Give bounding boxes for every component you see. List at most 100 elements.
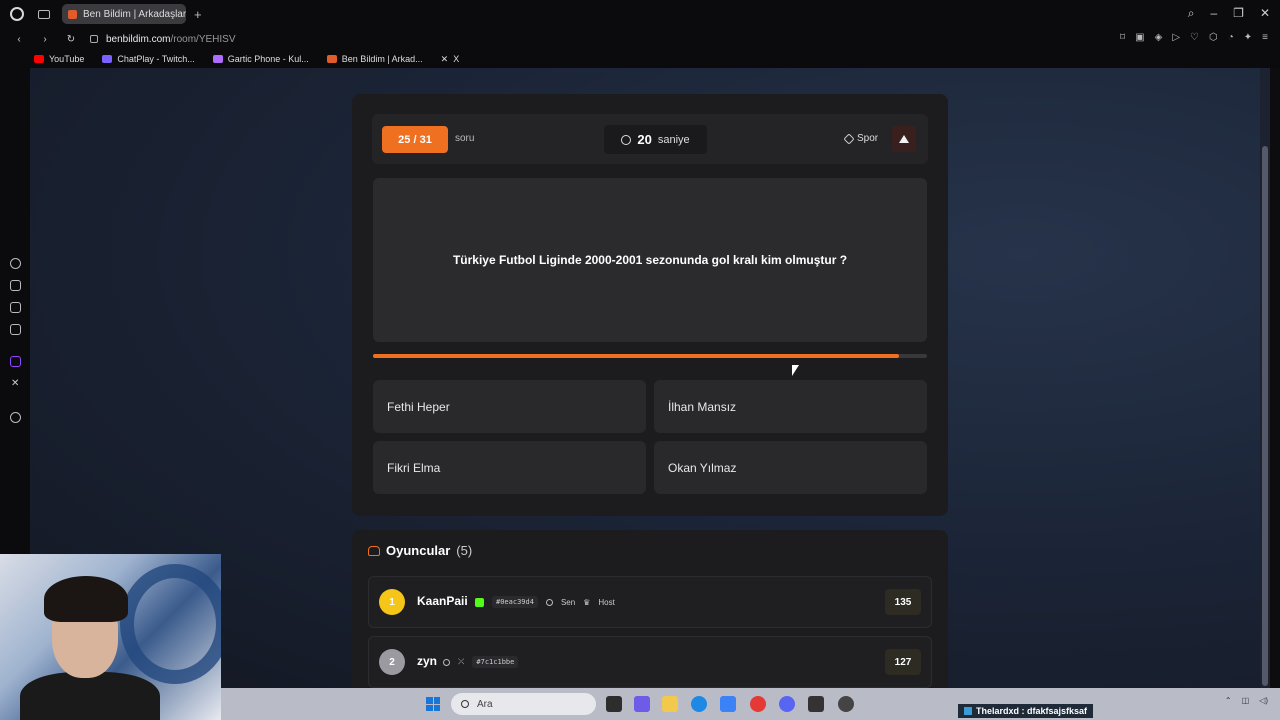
timer-value: 20 bbox=[637, 132, 652, 147]
bookmark-icon[interactable]: ⌑ bbox=[1120, 32, 1125, 43]
players-count: (5) bbox=[456, 543, 473, 558]
timer: 20 saniye bbox=[604, 125, 707, 154]
url-host: benbildim.com bbox=[106, 33, 171, 45]
scrollbar[interactable] bbox=[1260, 68, 1270, 688]
bookmark-label: ChatPlay - Twitch... bbox=[117, 54, 195, 64]
player-meta: ⤫ #7c1c1bbe bbox=[443, 656, 519, 668]
webcam-overlay bbox=[0, 554, 221, 720]
gartic-icon bbox=[212, 55, 223, 63]
new-tab-button[interactable]: + bbox=[194, 7, 202, 22]
taskbar-search[interactable]: Ara bbox=[451, 693, 596, 715]
menu-icon[interactable]: ≡ bbox=[1262, 32, 1268, 43]
close-button[interactable]: ✕ bbox=[1260, 6, 1270, 21]
back-button[interactable]: ‹ bbox=[12, 34, 26, 45]
answer-option-a[interactable]: Fethi Heper bbox=[373, 380, 646, 433]
forward-button[interactable]: › bbox=[38, 34, 52, 45]
start-button[interactable] bbox=[426, 697, 440, 711]
clock-icon bbox=[621, 134, 632, 145]
players-card: Oyuncular (5) 1 KaanPaii #0eac39d4 Sen ♛… bbox=[352, 530, 948, 688]
user-icon bbox=[443, 658, 450, 666]
twitch-icon[interactable] bbox=[10, 356, 21, 367]
browser-tab-active[interactable]: Ben Bildim | Arkadaşlarınla bbox=[62, 4, 186, 24]
user-icon bbox=[545, 598, 553, 606]
adblock-shield-icon[interactable]: ◈ bbox=[1155, 32, 1163, 43]
users-icon bbox=[368, 545, 380, 556]
quiz-header: 25 / 31 soru 20 saniye Spor bbox=[372, 114, 928, 164]
file-explorer-icon[interactable] bbox=[662, 696, 678, 712]
warning-icon bbox=[899, 135, 909, 143]
browser-tabbar: Ben Bildim | Arkadaşlarınla + ⌕ – ❐ ✕ bbox=[0, 0, 1280, 28]
play-icon[interactable]: ▷ bbox=[1172, 32, 1180, 43]
chatplay-icon bbox=[102, 55, 113, 63]
opera-taskbar-icon[interactable] bbox=[750, 696, 766, 712]
ticker-text: Thelardxd : dfakfsajsfksaf bbox=[976, 706, 1088, 716]
report-question-button[interactable] bbox=[892, 126, 916, 152]
bookmark-youtube[interactable]: YouTube bbox=[34, 54, 84, 64]
bookmark-gartic[interactable]: Gartic Phone - Kul... bbox=[212, 54, 309, 64]
category-tag: Spor bbox=[843, 132, 878, 145]
bookmark-label: Ben Bildim | Arkad... bbox=[341, 54, 423, 64]
bookmark-label: X bbox=[453, 54, 460, 64]
ai-icon[interactable]: ✦ bbox=[1244, 32, 1252, 43]
question-counter-badge: 25 / 31 bbox=[382, 126, 448, 153]
x-sidebar-icon[interactable]: ✕ bbox=[11, 378, 22, 389]
store-icon[interactable] bbox=[720, 696, 736, 712]
bookmark-label: YouTube bbox=[49, 54, 85, 64]
x-logo-icon: ✕ bbox=[440, 53, 449, 64]
answer-option-b[interactable]: İlhan Mansız bbox=[654, 380, 927, 433]
player-meta: #0eac39d4 Sen ♛ Host bbox=[475, 596, 615, 608]
bookmark-benbildim[interactable]: Ben Bildim | Arkad... bbox=[326, 54, 423, 64]
lock-icon[interactable] bbox=[90, 35, 98, 43]
history-refresh-icon[interactable] bbox=[10, 258, 21, 269]
opera-logo-icon[interactable] bbox=[10, 7, 24, 21]
m-app-icon[interactable] bbox=[10, 324, 21, 335]
time-progress-fill bbox=[373, 354, 900, 358]
snapshot-icon[interactable]: ▣ bbox=[1135, 32, 1144, 43]
player-row: 1 KaanPaii #0eac39d4 Sen ♛ Host 135 bbox=[368, 576, 932, 628]
tab-title: Ben Bildim | Arkadaşlarınla bbox=[83, 8, 186, 20]
bookmark-x[interactable]: ✕ X bbox=[441, 54, 460, 65]
minimize-button[interactable]: – bbox=[1210, 6, 1217, 21]
you-label: Sen bbox=[560, 597, 576, 607]
window-controls: ⌕ – ❐ ✕ bbox=[1188, 6, 1270, 21]
obs-icon[interactable] bbox=[808, 696, 824, 712]
address-field[interactable]: benbildim.com/room/YEHISV bbox=[106, 34, 236, 45]
player-score: 127 bbox=[885, 649, 921, 675]
toolbar-icons: ⌑ ▣ ◈ ▷ ♡ ⬡ ◔ ✦ ≡ bbox=[1120, 32, 1268, 43]
volume-icon[interactable]: ◁) bbox=[1259, 696, 1268, 705]
player-name: KaanPaii bbox=[417, 594, 468, 608]
bookmark-label: Gartic Phone - Kul... bbox=[227, 54, 309, 64]
tab-islands-icon[interactable] bbox=[38, 9, 50, 19]
search-tabs-icon[interactable]: ⌕ bbox=[1188, 6, 1195, 21]
host-label: Host bbox=[598, 597, 615, 607]
clock-history-icon[interactable] bbox=[10, 412, 21, 423]
rank-badge: 2 bbox=[379, 649, 405, 675]
system-tray: ⌃ ◫ ◁) bbox=[1225, 696, 1268, 705]
player-name: zyn bbox=[417, 654, 438, 668]
task-view-icon[interactable] bbox=[606, 696, 622, 712]
search-placeholder: Ara bbox=[477, 698, 493, 710]
workspaces-icon[interactable] bbox=[10, 302, 21, 313]
network-icon[interactable]: ◫ bbox=[1242, 696, 1250, 705]
edge-icon[interactable] bbox=[691, 696, 707, 712]
youtube-icon bbox=[34, 55, 44, 63]
timer-unit: saniye bbox=[657, 133, 690, 146]
copilot-icon[interactable] bbox=[634, 696, 650, 712]
aria-icon[interactable] bbox=[10, 280, 21, 291]
app-icon[interactable] bbox=[838, 696, 854, 712]
scrollbar-thumb[interactable] bbox=[1262, 146, 1268, 686]
player-score: 135 bbox=[885, 589, 921, 615]
profile-icon[interactable]: ◔ bbox=[1228, 32, 1234, 43]
heart-icon[interactable]: ♡ bbox=[1190, 32, 1199, 43]
answer-option-c[interactable]: Fikri Elma bbox=[373, 441, 646, 494]
discord-icon[interactable] bbox=[779, 696, 795, 712]
restore-button[interactable]: ❐ bbox=[1233, 6, 1244, 21]
reload-button[interactable]: ↻ bbox=[64, 34, 78, 45]
answer-option-d[interactable]: Okan Yılmaz bbox=[654, 441, 927, 494]
bookmarks-bar: YouTube ChatPlay - Twitch... Gartic Phon… bbox=[0, 50, 1280, 68]
extensions-icon[interactable]: ⬡ bbox=[1209, 32, 1218, 43]
tray-chevron-icon[interactable]: ⌃ bbox=[1225, 696, 1232, 705]
kick-player-icon[interactable]: ⤫ bbox=[458, 657, 464, 667]
time-progress-bar bbox=[373, 354, 927, 358]
bookmark-chatplay[interactable]: ChatPlay - Twitch... bbox=[102, 54, 195, 64]
